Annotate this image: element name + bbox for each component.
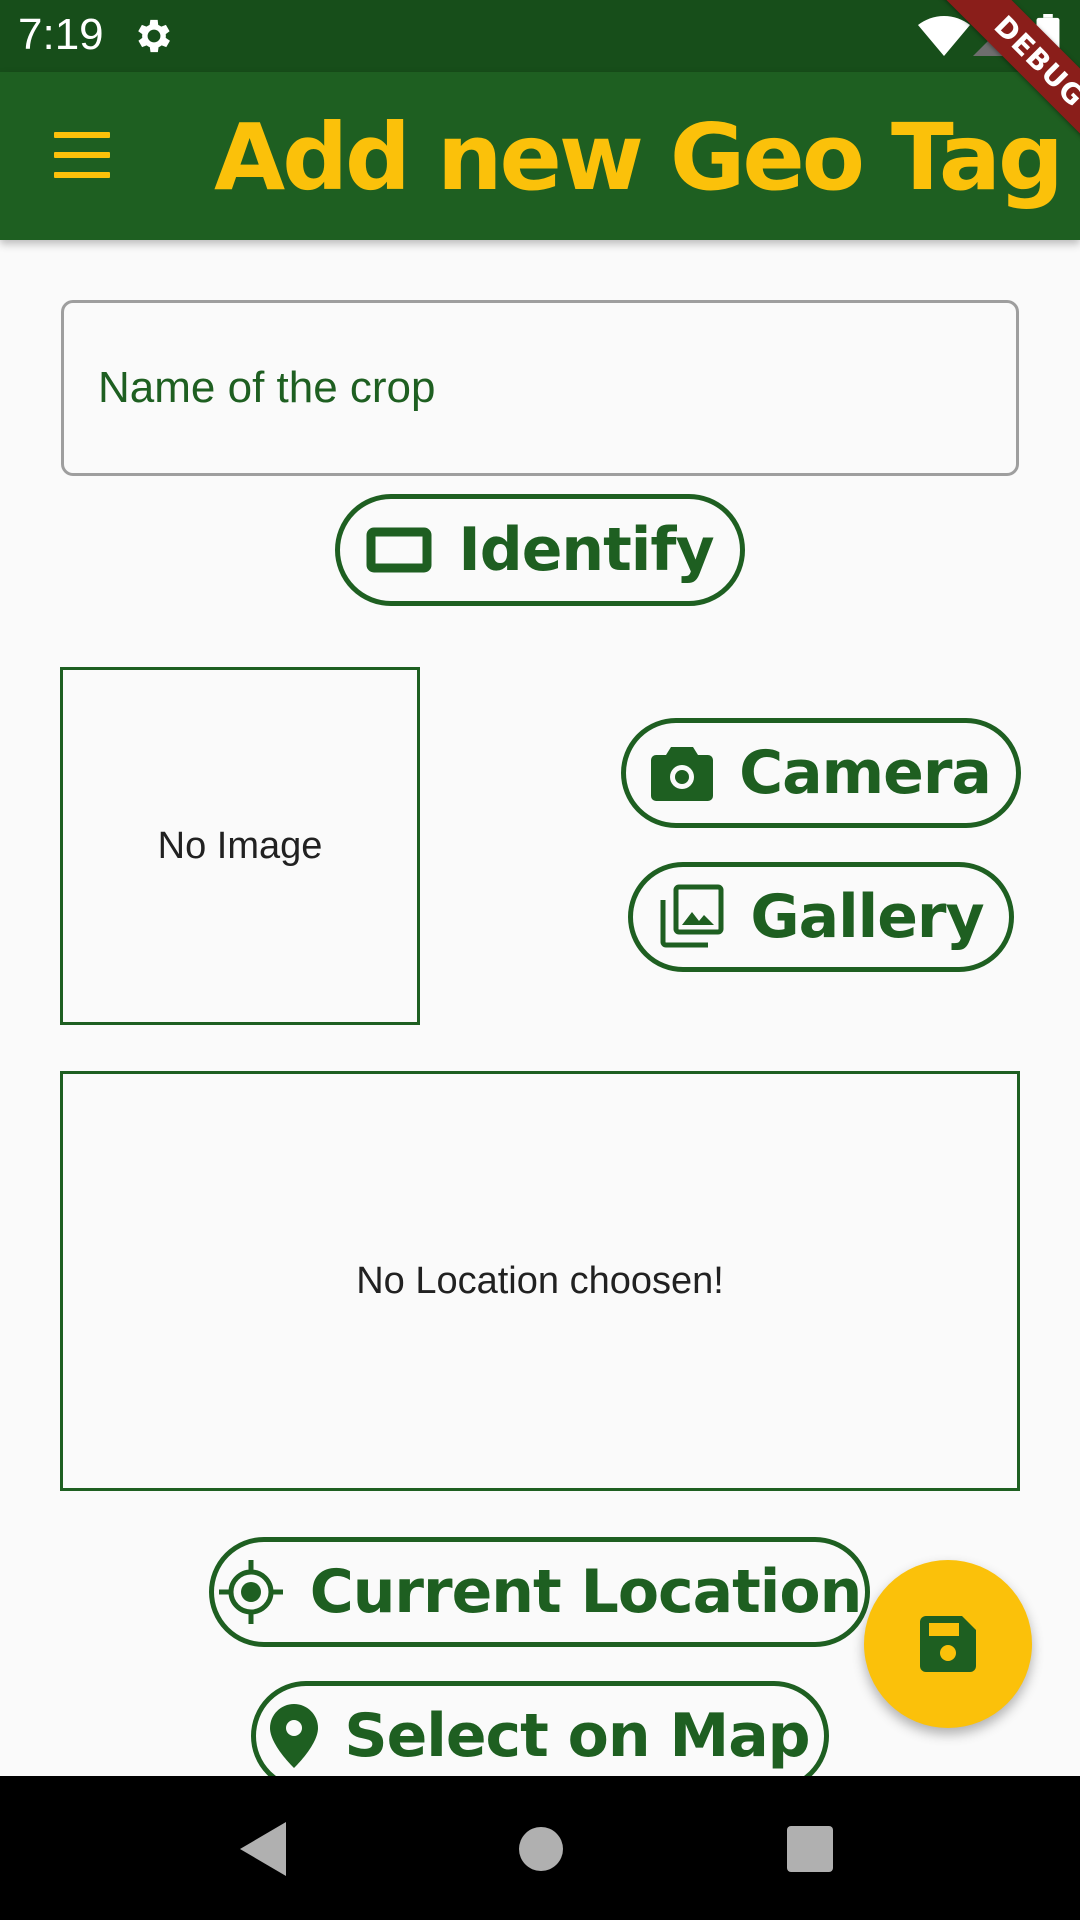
navigation-bar [0, 1776, 1080, 1920]
back-icon[interactable] [240, 1822, 290, 1876]
crop-name-input[interactable] [98, 303, 978, 473]
recents-icon[interactable] [787, 1826, 833, 1872]
identify-button[interactable]: Identify [335, 494, 745, 606]
wifi-icon [918, 16, 970, 56]
location-preview-text: No Location choosen! [356, 1259, 724, 1302]
crop-name-field[interactable] [61, 300, 1019, 476]
camera-label: Camera [739, 738, 992, 808]
photo-library-icon [660, 884, 724, 948]
location-preview: No Location choosen! [60, 1071, 1020, 1491]
image-preview: No Image [60, 667, 420, 1025]
location-pin-icon [270, 1704, 319, 1768]
menu-icon[interactable] [54, 132, 112, 178]
select-on-map-label: Select on Map [344, 1701, 810, 1771]
gps-fixed-icon [218, 1560, 283, 1624]
current-location-button[interactable]: Current Location [209, 1537, 870, 1647]
status-time: 7:19 [18, 10, 104, 59]
save-icon [920, 1616, 976, 1672]
camera-button[interactable]: Camera [621, 718, 1021, 828]
camera-icon [651, 747, 714, 801]
home-icon[interactable] [519, 1827, 563, 1871]
image-preview-text: No Image [157, 824, 323, 867]
gallery-button[interactable]: Gallery [628, 862, 1014, 972]
status-bar: 7:19 [0, 0, 1080, 72]
select-on-map-button[interactable]: Select on Map [251, 1681, 829, 1791]
crop-landscape-icon [366, 527, 432, 573]
identify-label: Identify [458, 515, 714, 585]
gallery-label: Gallery [750, 882, 984, 952]
screen: 7:19 DEBUG Add new Geo Tag Identify No [0, 0, 1080, 1920]
gear-icon [138, 19, 170, 53]
save-fab[interactable] [864, 1560, 1032, 1728]
current-location-label: Current Location [309, 1557, 863, 1627]
page-title: Add new Geo Tag [214, 104, 1064, 211]
